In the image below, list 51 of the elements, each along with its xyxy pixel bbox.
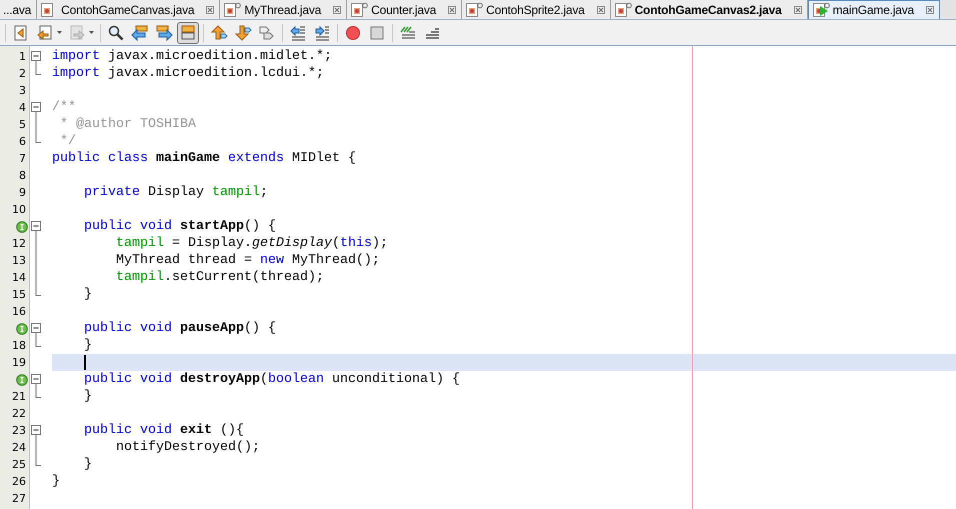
line-number: 26: [12, 474, 27, 488]
code-line: MyThread thread = new MyThread();: [114, 253, 380, 268]
line-number: 1: [19, 50, 27, 64]
line-number: 6: [19, 134, 27, 148]
line-number: 24: [12, 440, 27, 454]
editor-tab[interactable]: Counter.java: [347, 0, 462, 19]
line-number: 19: [12, 356, 27, 370]
code-line: private Display tampil;: [82, 185, 268, 200]
editor-tab[interactable]: mainGame.java: [808, 0, 940, 19]
line-number: 13: [12, 254, 27, 268]
line-number: 4: [19, 100, 27, 114]
editor-tab[interactable]: ContohGameCanvas2.java: [610, 0, 808, 19]
line-number: 16: [12, 304, 27, 318]
line-number: 10: [12, 202, 27, 216]
line-number: 27: [12, 492, 27, 506]
code-line: public void exit (){: [82, 423, 244, 438]
line-number: 18: [12, 338, 27, 352]
line-number: 15: [12, 288, 27, 302]
code-line: public class mainGame extends MIDlet {: [52, 151, 356, 166]
line-number: 2: [19, 66, 27, 80]
code-line: }: [82, 287, 92, 302]
code-line: tampil = Display.getDisplay(this);: [114, 236, 388, 251]
line-number: 7: [19, 152, 27, 166]
code-line: }: [82, 457, 92, 472]
line-number: 25: [12, 458, 27, 472]
line-number: 12: [12, 236, 27, 250]
code-line: /**: [52, 100, 76, 115]
code-line: }: [82, 338, 92, 353]
line-number: 22: [12, 406, 27, 420]
line-number: 14: [12, 270, 27, 284]
line-number: 9: [19, 186, 27, 200]
code-line: notifyDestroyed();: [114, 440, 260, 455]
code-line: public void destroyApp(boolean unconditional) {: [82, 372, 460, 387]
line-number: 8: [19, 168, 27, 182]
code-line: public void startApp() {: [82, 219, 276, 234]
editor-tab[interactable]: ContohSprite2.java: [462, 0, 611, 19]
editor-tab[interactable]: MyThread.java: [220, 0, 348, 19]
line-number: 3: [19, 84, 27, 98]
code-line: import javax.microedition.midlet.*;: [52, 49, 332, 64]
line-number: 21: [12, 390, 27, 404]
line-number: 5: [19, 118, 27, 132]
code-line: public void pauseApp() {: [82, 321, 276, 336]
code-line: import javax.microedition.lcdui.*;: [52, 66, 324, 81]
code-line: tampil.setCurrent(thread);: [114, 270, 324, 285]
code-line: }: [82, 389, 92, 404]
code-line: }: [52, 474, 60, 489]
code-line: * @author TOSHIBA: [58, 117, 196, 132]
code-line: */: [58, 134, 76, 149]
line-number: 23: [12, 424, 27, 438]
editor-tab[interactable]: ContohGameCanvas.java: [37, 0, 220, 19]
editor-tab[interactable]: ...ava: [0, 0, 38, 19]
